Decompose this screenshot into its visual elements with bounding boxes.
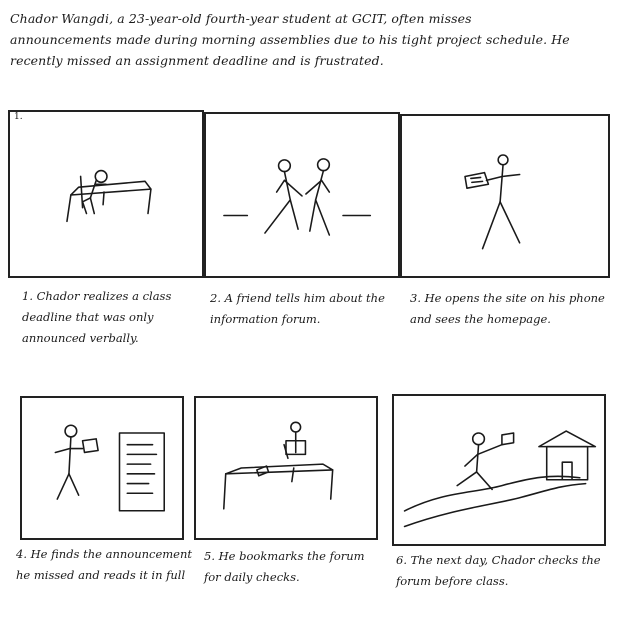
panel-2-sketch [223,158,372,236]
panel-5-sketch [223,421,334,510]
storyboard-panel-5 [194,396,378,540]
caption-2: 2. A friend tells him about the informat… [210,291,385,326]
caption-5: 5. He bookmarks the forum for daily chec… [204,549,365,584]
panel-4-sketch [54,424,165,512]
caption-3: 3. He opens the site on his phone and se… [410,291,605,326]
storyboard-panel-4 [20,396,184,540]
panel-3-sketch [464,154,521,250]
storyboard-panel-3 [400,114,610,278]
intro-text: Chador Wangdi, a 23-year-old fourth-year… [10,11,570,68]
caption-1: 1. Chador realizes a class deadline that… [22,289,172,345]
panel-1-sketch [66,169,152,223]
caption-4: 4. He finds the announcement he missed a… [16,547,192,582]
storyboard-panel-6 [392,394,606,546]
panel-6-sketch [403,430,597,528]
caption-6: 6. The next day, Chador checks the forum… [396,553,601,588]
storyboard-panel-1: 1. [8,110,204,278]
storyboard-panel-2 [204,112,400,278]
